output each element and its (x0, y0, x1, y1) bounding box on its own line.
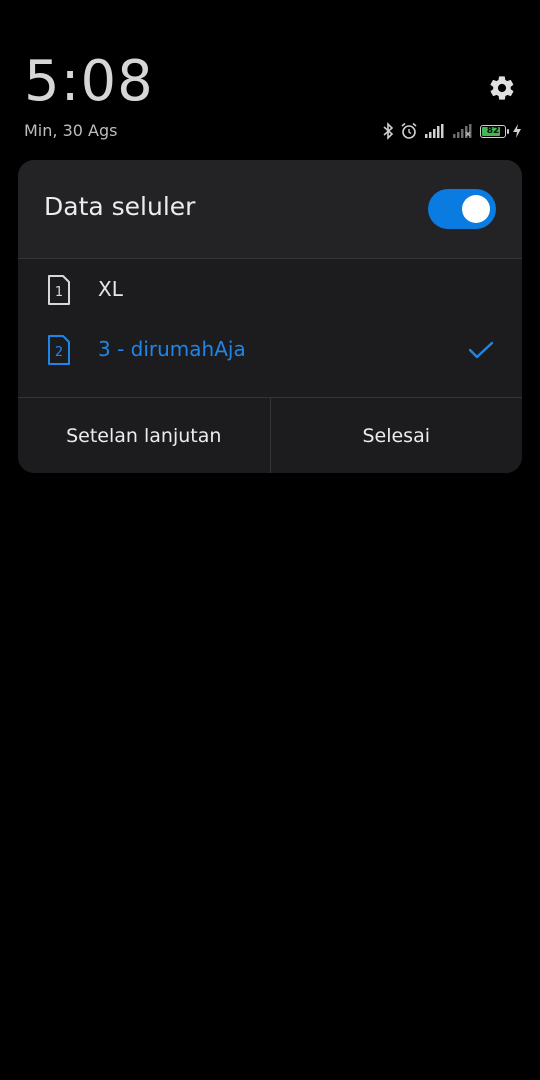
status-icons: 82 (382, 121, 522, 141)
sim-option-1[interactable]: 1 XL (18, 260, 522, 320)
clock[interactable]: 5:08 (24, 50, 154, 114)
alarm-icon (401, 122, 417, 139)
sim-slot-number: 2 (55, 345, 63, 360)
sim-label: XL (98, 277, 123, 301)
battery-icon: 82 (480, 124, 509, 138)
check-icon (468, 341, 494, 359)
done-button[interactable]: Selesai (269, 398, 523, 473)
sim-label: 3 - dirumahAja (98, 337, 246, 361)
advanced-settings-button[interactable]: Setelan lanjutan (18, 398, 270, 473)
battery-level: 82 (486, 126, 500, 136)
bluetooth-icon (383, 122, 394, 140)
date[interactable]: Min, 30 Ags (24, 121, 117, 140)
signal-weak-icon (453, 124, 472, 138)
sim-option-2[interactable]: 2 3 - dirumahAja (18, 320, 522, 380)
panel-title: Data seluler (44, 192, 196, 221)
sim-card-2-icon: 2 (48, 335, 70, 365)
gear-icon[interactable] (488, 74, 516, 102)
sim-slot-number: 1 (55, 285, 63, 300)
panel-header: Data seluler (18, 160, 522, 259)
panel-actions: Setelan lanjutan Selesai (18, 397, 522, 473)
mobile-data-panel: Data seluler 1 XL 2 3 - dirumahAja Setel… (18, 160, 522, 473)
notification-shade: 5:08 Min, 30 Ags 82 Data seluler 1 XL 2 … (0, 0, 540, 1080)
sim-card-1-icon: 1 (48, 275, 70, 305)
charging-icon (513, 124, 521, 138)
mobile-data-toggle[interactable] (428, 189, 496, 229)
toggle-knob (462, 195, 490, 223)
signal-icon (425, 124, 444, 138)
